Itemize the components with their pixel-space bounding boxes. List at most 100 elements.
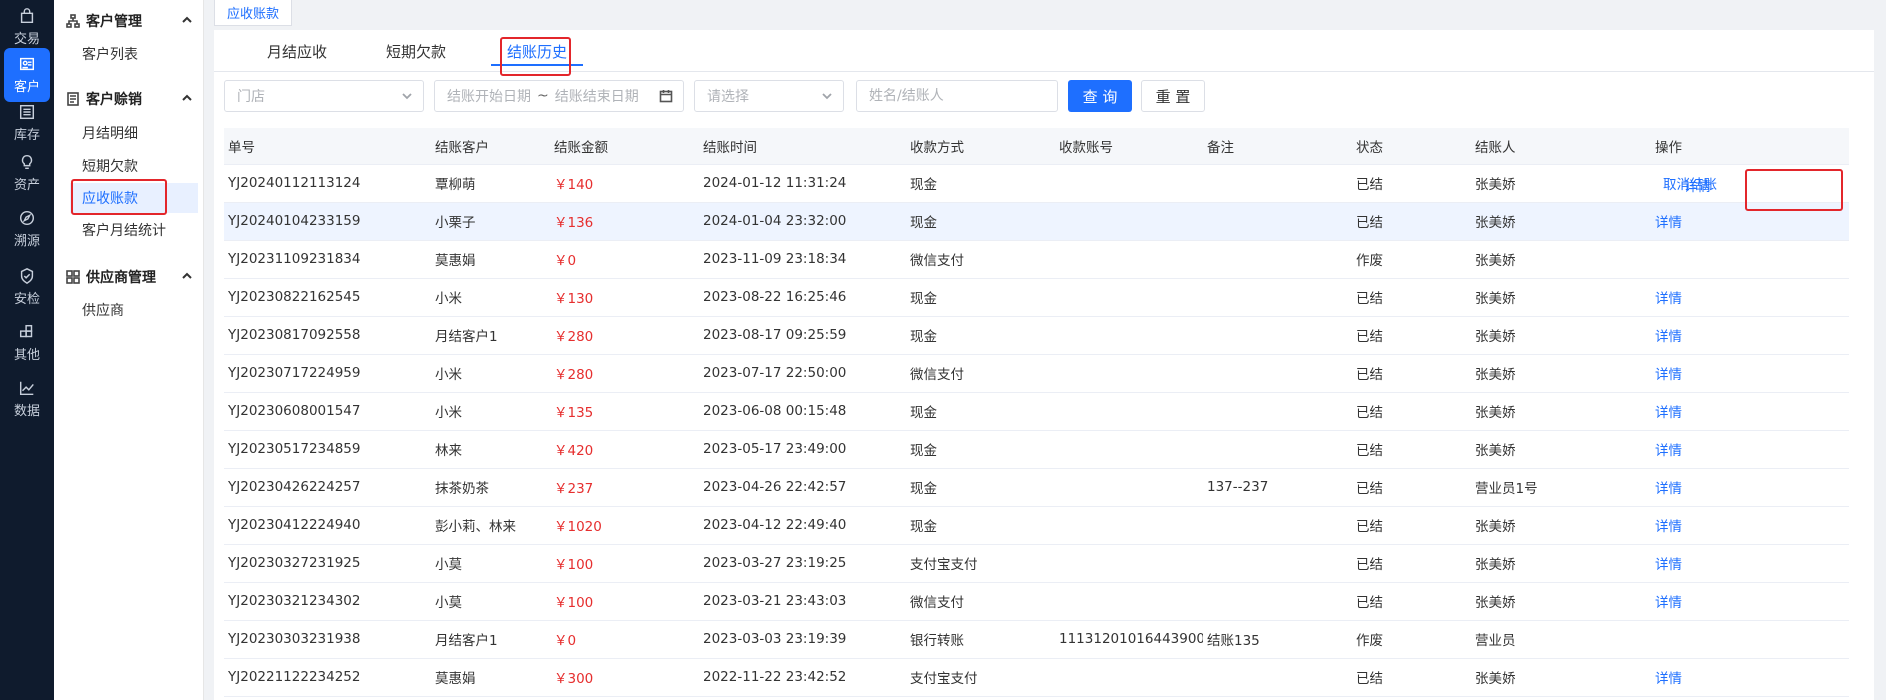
cell-status: 已结 [1352,506,1471,545]
rail-item-security[interactable]: 安检 [0,260,54,314]
cell-id: YJ20230817092558 [224,316,431,355]
column-header: 收款方式 [906,128,1055,165]
rail-item-label: 资产 [13,178,40,193]
cell-time: 2023-03-21 23:43:03 [699,582,906,621]
sidebar-item-label: 供应商 [82,303,124,319]
sidebar-item-monthly-detail[interactable]: 月结明细 [70,118,198,148]
cell-amount: ￥135 [550,392,699,431]
cell-method: 支付宝支付 [906,658,1055,697]
cell-ops: 详情 [1651,658,1849,697]
detail-link[interactable]: 详情 [1655,671,1682,687]
cell-amount: ￥130 [550,278,699,317]
cell-note [1203,354,1352,393]
cell-status: 已结 [1352,278,1471,317]
detail-link[interactable]: 详情 [1684,175,1711,195]
table-row: YJ20230412224940 彭小莉、林来 ￥1020 2023-04-12 22… [224,506,1849,545]
cell-ops [1651,620,1849,659]
detail-link[interactable]: 详情 [1655,329,1682,345]
sidebar-item-customer-list[interactable]: 客户列表 [70,39,198,69]
cell-operator: 张美娇 [1471,506,1651,545]
id-card-icon [19,57,35,71]
tab-monthly-receivable[interactable]: 月结应收 [234,30,360,72]
rail-item-other[interactable]: 其他 [0,316,54,370]
sidebar-item-monthly-stats[interactable]: 客户月结统计 [70,215,198,245]
reset-button[interactable]: 重 置 [1141,80,1205,112]
cell-id: YJ20230327231925 [224,544,431,583]
sidebar-group-customer-management[interactable]: 客户管理 [54,6,204,36]
chevron-down-icon [821,90,833,102]
cell-method: 现金 [906,316,1055,355]
detail-link[interactable]: 详情 [1655,481,1682,497]
cell-id: YJ20240104233159 [224,202,431,241]
rail-item-trade[interactable]: 交易 [0,0,54,54]
cell-status: 已结 [1352,316,1471,355]
chart-icon [19,381,34,396]
cell-operator: 张美娇 [1471,164,1651,203]
cell-status: 作废 [1352,240,1471,279]
cell-status: 已结 [1352,392,1471,431]
detail-link[interactable]: 详情 [1655,291,1682,307]
column-header: 操作 [1651,128,1849,165]
cell-status: 已结 [1352,202,1471,241]
detail-link[interactable]: 详情 [1655,595,1682,611]
cell-id: YJ20230822162545 [224,278,431,317]
rail-item-label: 数据 [13,404,40,419]
cell-ops: 详情 [1651,430,1849,469]
tab-short-term-debt[interactable]: 短期欠款 [356,30,476,72]
end-date-placeholder: 结账结束日期 [554,89,639,105]
shield-icon [20,267,34,285]
chevron-up-icon [180,91,194,105]
sidebar-item-receivables[interactable]: 应收账款 [70,183,198,213]
sidebar-item-short-term-debt[interactable]: 短期欠款 [70,151,198,181]
cell-id: YJ20240112113124 [224,164,431,203]
store-select[interactable]: 门店 [224,80,424,112]
cell-customer: 小栗子 [431,202,550,241]
cell-customer: 覃柳萌 [431,164,550,203]
rail-item-assets[interactable]: 资产 [0,146,54,200]
bulb-icon [21,154,33,170]
cell-ops: 详情 [1651,582,1849,621]
search-button[interactable]: 查 询 [1068,80,1132,112]
sidebar-group-customer-credit[interactable]: 客户赊销 [54,84,204,114]
rail-item-data[interactable]: 数据 [0,372,54,426]
rail-item-inventory[interactable]: 库存 [0,96,54,150]
sidebar-item-supplier[interactable]: 供应商 [70,295,198,325]
cell-time: 2023-05-17 23:49:00 [699,430,906,469]
table-row: YJ20230517234859 林来 ￥420 2023-05-17 23:49:0… [224,430,1849,469]
cell-note: 137--237 [1203,468,1352,507]
cell-ops: 详情 取消结账 [1651,164,1849,203]
cell-method: 支付宝支付 [906,544,1055,583]
table-row: YJ20230426224257 抹茶奶茶 ￥237 2023-04-26 22:42… [224,468,1849,507]
date-range-picker[interactable]: 结账开始日期 ~ 结账结束日期 [434,80,684,112]
status-select[interactable]: 请选择 [694,80,844,112]
page-tab-receivables[interactable]: 应收账款 [214,0,293,26]
cell-operator: 张美娇 [1471,392,1651,431]
detail-link[interactable]: 详情 [1655,519,1682,535]
cell-note [1203,506,1352,545]
cell-customer: 小米 [431,392,550,431]
name-search-input[interactable] [869,88,1039,104]
tab-settlement-history[interactable]: 结账历史 [477,30,597,72]
detail-link[interactable]: 详情 [1655,443,1682,459]
cell-time: 2022-11-22 23:42:52 [699,658,906,697]
cell-customer: 莫惠娟 [431,240,550,279]
column-header: 结账金额 [550,128,699,165]
cell-time: 2023-07-17 22:50:00 [699,354,906,393]
detail-link[interactable]: 详情 [1655,405,1682,421]
rail-item-customer[interactable]: 客户 [4,48,50,102]
sidebar-group-supplier-management[interactable]: 供应商管理 [54,262,204,292]
tab-bar: 月结应收 短期欠款 结账历史 [214,30,1874,72]
table-row: YJ20230717224959 小米 ￥280 2023-07-17 22:50:0… [224,354,1849,393]
detail-link[interactable]: 详情 [1655,557,1682,573]
detail-link[interactable]: 详情 [1655,367,1682,383]
sidebar-group-title: 供应商管理 [86,270,156,286]
rail-item-trace[interactable]: 溯源 [0,202,54,256]
cell-status: 已结 [1352,658,1471,697]
cell-amount: ￥0 [550,620,699,659]
cell-operator: 张美娇 [1471,354,1651,393]
column-header: 结账客户 [431,128,550,165]
cell-operator: 张美娇 [1471,582,1651,621]
cell-method: 现金 [906,506,1055,545]
detail-link[interactable]: 详情 [1655,215,1682,231]
table-row: YJ20230817092558 月结客户1 ￥280 2023-08-17 09:2… [224,316,1849,355]
